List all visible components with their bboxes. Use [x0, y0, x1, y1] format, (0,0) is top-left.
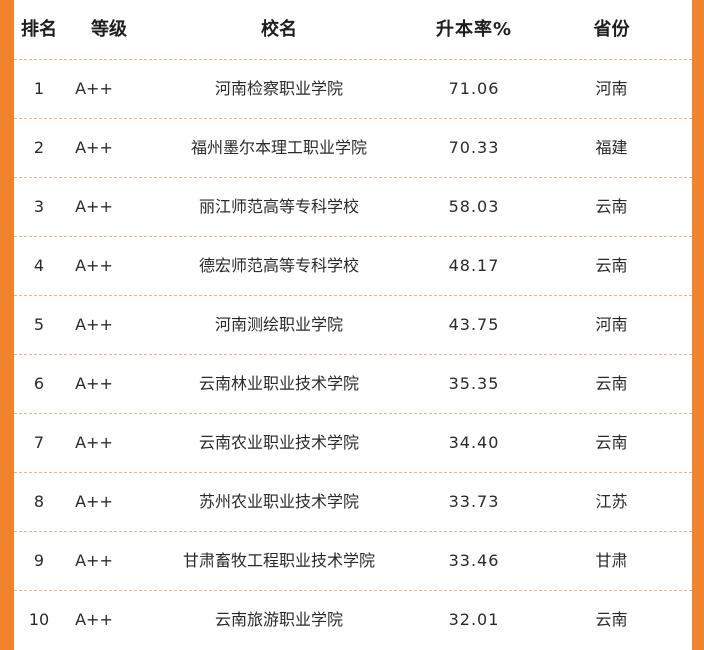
cell-grade: A++ — [75, 610, 113, 629]
cell-name: 河南检察职业学院 — [214, 79, 343, 98]
cell-grade: A++ — [75, 138, 113, 157]
cell-grade: A++ — [75, 256, 113, 275]
ranking-table: 排名 等级 校名 升本率% 省份 1 A++ 河南检察职业学院 71.06 河南… — [14, 0, 692, 650]
table-row: 3 A++ 丽江师范高等专科学校 58.03 云南 — [14, 177, 692, 237]
cell-province: 云南 — [595, 197, 628, 216]
cell-name: 福州墨尔本理工职业学院 — [190, 138, 367, 157]
cell-name: 甘肃畜牧工程职业技术学院 — [182, 551, 375, 570]
cell-rank: 5 — [33, 315, 45, 334]
cell-rate: 34.40 — [448, 433, 500, 452]
cell-grade: A++ — [75, 551, 113, 570]
cell-grade: A++ — [75, 492, 113, 511]
cell-rank: 7 — [33, 433, 45, 452]
cell-rank: 1 — [33, 79, 45, 98]
cell-rate: 35.35 — [448, 374, 500, 393]
cell-rate: 43.75 — [448, 315, 500, 334]
table-header-row: 排名 等级 校名 升本率% 省份 — [14, 0, 692, 60]
cell-rank: 3 — [33, 197, 45, 216]
cell-rate: 33.46 — [448, 551, 500, 570]
cell-rank: 6 — [33, 374, 45, 393]
cell-province: 甘肃 — [595, 551, 628, 570]
table-row: 7 A++ 云南农业职业技术学院 34.40 云南 — [14, 413, 692, 473]
header-province: 省份 — [593, 19, 630, 40]
table-row: 10 A++ 云南旅游职业学院 32.01 云南 — [14, 590, 692, 649]
cell-grade: A++ — [75, 79, 113, 98]
cell-rank: 10 — [28, 610, 50, 629]
cell-grade: A++ — [75, 374, 113, 393]
cell-province: 河南 — [595, 315, 628, 334]
cell-rank: 8 — [33, 492, 45, 511]
cell-name: 德宏师范高等专科学校 — [198, 256, 359, 275]
cell-name: 河南测绘职业学院 — [214, 315, 343, 334]
header-rate: 升本率% — [435, 19, 513, 40]
cell-province: 河南 — [595, 79, 628, 98]
table-row: 8 A++ 苏州农业职业技术学院 33.73 江苏 — [14, 472, 692, 532]
cell-rate: 32.01 — [448, 610, 500, 629]
cell-rank: 2 — [33, 138, 45, 157]
table-row: 5 A++ 河南测绘职业学院 43.75 河南 — [14, 295, 692, 355]
cell-province: 云南 — [595, 256, 628, 275]
cell-rate: 48.17 — [448, 256, 500, 275]
cell-province: 云南 — [595, 610, 628, 629]
cell-rank: 9 — [33, 551, 45, 570]
header-rank: 排名 — [21, 19, 57, 40]
cell-province: 云南 — [595, 374, 628, 393]
cell-name: 苏州农业职业技术学院 — [198, 492, 359, 511]
cell-name: 云南农业职业技术学院 — [198, 433, 359, 452]
cell-name: 云南林业职业技术学院 — [198, 374, 359, 393]
cell-grade: A++ — [75, 197, 113, 216]
table-row: 9 A++ 甘肃畜牧工程职业技术学院 33.46 甘肃 — [14, 531, 692, 591]
cell-rate: 33.73 — [448, 492, 500, 511]
cell-province: 云南 — [595, 433, 628, 452]
cell-province: 江苏 — [595, 492, 628, 511]
cell-province: 福建 — [595, 138, 628, 157]
cell-rate: 58.03 — [448, 197, 500, 216]
table-row: 6 A++ 云南林业职业技术学院 35.35 云南 — [14, 354, 692, 414]
cell-rate: 71.06 — [448, 79, 500, 98]
header-name: 校名 — [261, 19, 297, 40]
cell-rank: 4 — [33, 256, 45, 275]
cell-name: 云南旅游职业学院 — [214, 610, 343, 629]
cell-grade: A++ — [75, 433, 113, 452]
cell-grade: A++ — [75, 315, 113, 334]
table-row: 1 A++ 河南检察职业学院 71.06 河南 — [14, 59, 692, 119]
table-row: 4 A++ 德宏师范高等专科学校 48.17 云南 — [14, 236, 692, 296]
table-row: 2 A++ 福州墨尔本理工职业学院 70.33 福建 — [14, 118, 692, 178]
cell-rate: 70.33 — [448, 138, 500, 157]
cell-name: 丽江师范高等专科学校 — [198, 197, 359, 216]
header-grade: 等级 — [91, 19, 127, 40]
